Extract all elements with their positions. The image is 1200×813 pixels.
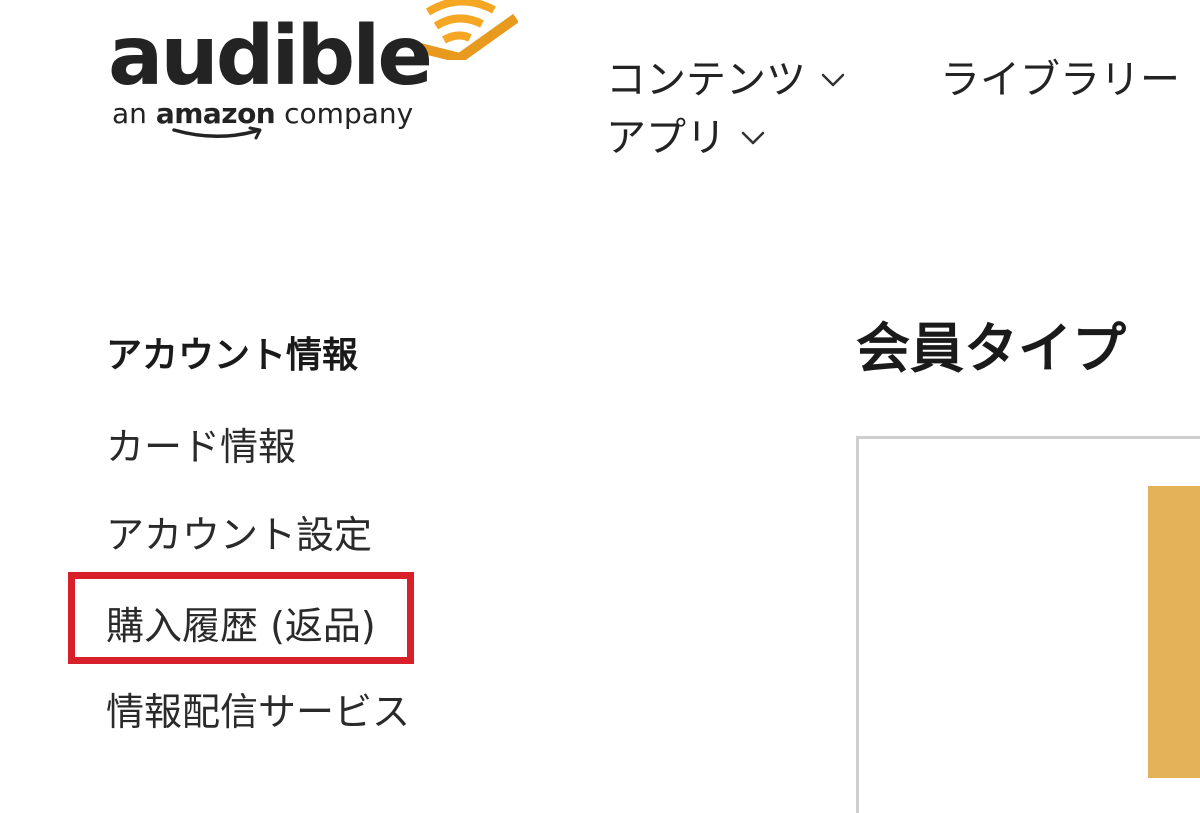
nav-library-link[interactable]: ライブラリー xyxy=(940,60,1180,100)
amazon-smile-icon xyxy=(172,126,262,140)
nav-apps-menu[interactable]: アプリ xyxy=(606,118,766,158)
audible-logo[interactable]: audible an amazon company xyxy=(108,0,528,150)
sidebar-item-account-settings[interactable]: アカウント設定 xyxy=(106,516,372,554)
tagline-prefix: an xyxy=(112,97,156,130)
sidebar-item-card-info[interactable]: カード情報 xyxy=(106,428,296,466)
logo-tagline: an amazon company xyxy=(112,100,413,128)
logo-wordmark: audible xyxy=(108,9,433,104)
membership-banner xyxy=(1148,486,1200,778)
page: audible an amazon company コンテンツ ライブラリー ア… xyxy=(0,0,1200,813)
sidebar-heading: アカウント情報 xyxy=(106,335,359,376)
chevron-down-icon xyxy=(741,131,765,145)
tagline-suffix: company xyxy=(275,97,414,130)
nav-apps-label: アプリ xyxy=(606,115,726,161)
nav-library-label: ライブラリー xyxy=(940,57,1180,103)
chevron-down-icon xyxy=(821,73,845,87)
page-title: 会員タイプ xyxy=(856,317,1126,380)
nav-contents-label: コンテンツ xyxy=(606,57,806,103)
nav-contents-menu[interactable]: コンテンツ xyxy=(606,60,846,100)
sidebar-item-info-delivery[interactable]: 情報配信サービス xyxy=(106,693,410,731)
highlight-annotation-box xyxy=(68,572,414,664)
